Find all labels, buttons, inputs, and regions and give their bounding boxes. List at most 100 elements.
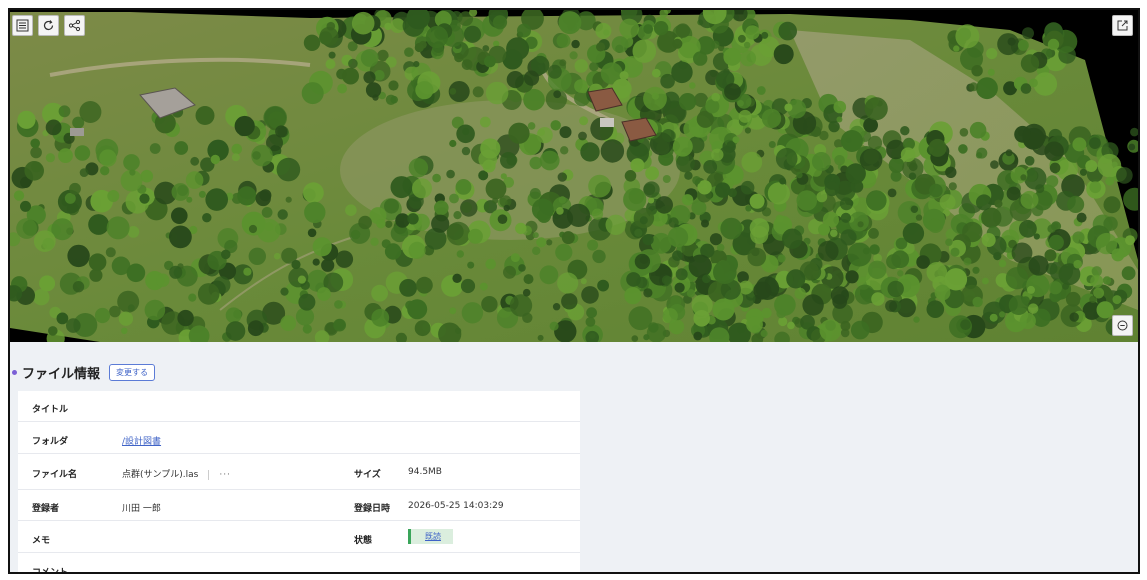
tree-point bbox=[537, 128, 546, 136]
tree-point bbox=[556, 33, 571, 48]
size-label: サイズ bbox=[354, 470, 381, 480]
tree-point bbox=[887, 280, 904, 298]
tree-point bbox=[197, 283, 220, 305]
tree-point bbox=[850, 320, 870, 340]
tree-point bbox=[775, 147, 798, 170]
tree-point bbox=[777, 254, 786, 263]
point-cloud-viewer[interactable] bbox=[10, 10, 1138, 342]
tree-point bbox=[529, 156, 543, 170]
tree-point bbox=[1017, 39, 1029, 51]
tree-point bbox=[515, 222, 527, 235]
tree-point bbox=[485, 81, 509, 105]
tree-point bbox=[485, 178, 507, 200]
more-options-button[interactable]: ··· bbox=[219, 470, 231, 480]
tree-point bbox=[328, 51, 336, 59]
tree-point bbox=[864, 97, 888, 121]
status-badge[interactable]: 既読 bbox=[408, 529, 453, 544]
tree-point bbox=[365, 82, 382, 98]
tree-point bbox=[566, 203, 591, 227]
tree-point bbox=[928, 138, 947, 157]
tree-point bbox=[585, 317, 596, 327]
tree-point bbox=[390, 176, 413, 199]
tree-point bbox=[16, 218, 37, 239]
tree-point bbox=[715, 182, 731, 198]
tree-point bbox=[297, 275, 306, 284]
tree-point bbox=[796, 190, 818, 211]
open-external-button[interactable] bbox=[1112, 15, 1133, 36]
point-cloud-canvas[interactable] bbox=[10, 10, 1138, 342]
tree-point bbox=[619, 71, 629, 81]
tree-point bbox=[926, 300, 945, 319]
tree-point bbox=[586, 307, 597, 319]
tree-point bbox=[624, 170, 637, 182]
tree-point bbox=[195, 106, 215, 125]
registrant-label: 登録者 bbox=[32, 504, 60, 514]
title-label: タイトル bbox=[32, 405, 69, 415]
tree-point bbox=[662, 308, 678, 324]
tree-point bbox=[312, 258, 320, 266]
tree-point bbox=[33, 230, 56, 253]
tree-point bbox=[549, 321, 559, 331]
tree-point bbox=[945, 166, 957, 178]
tree-point bbox=[834, 155, 845, 166]
tree-point bbox=[900, 147, 916, 162]
tree-point bbox=[692, 176, 701, 185]
tree-point bbox=[611, 36, 629, 53]
tree-point bbox=[724, 83, 741, 100]
tree-point bbox=[559, 59, 567, 67]
tree-point bbox=[784, 103, 793, 112]
tree-point bbox=[107, 190, 120, 202]
tree-point bbox=[333, 318, 346, 332]
tree-point bbox=[1123, 187, 1138, 211]
tree-point bbox=[555, 243, 573, 261]
edit-button[interactable]: 変更する bbox=[109, 363, 156, 381]
folder-link[interactable]: /設計図書 bbox=[122, 434, 161, 447]
tree-point bbox=[830, 286, 850, 305]
tree-point bbox=[351, 11, 375, 35]
tree-point bbox=[188, 293, 197, 302]
tree-point bbox=[454, 52, 464, 63]
tree-point bbox=[376, 219, 386, 229]
tree-point bbox=[630, 158, 645, 173]
tree-point bbox=[303, 34, 321, 51]
tree-point bbox=[953, 45, 960, 52]
tree-point bbox=[453, 211, 462, 220]
filename-value: 点群(サンプル).las bbox=[122, 470, 199, 480]
row-filename: ファイル名 点群(サンプル).las ··· サイズ 94.5MB bbox=[18, 454, 580, 490]
tree-point bbox=[981, 233, 996, 247]
tree-point bbox=[408, 158, 429, 178]
tree-point bbox=[312, 237, 332, 257]
tree-point bbox=[958, 144, 968, 154]
tree-point bbox=[972, 266, 980, 274]
tree-point bbox=[506, 37, 530, 61]
tree-point bbox=[210, 154, 220, 165]
tree-point bbox=[600, 139, 625, 163]
tree-point bbox=[711, 92, 720, 102]
tree-point bbox=[251, 144, 273, 167]
tree-point bbox=[693, 51, 708, 66]
tree-point bbox=[243, 267, 252, 276]
reload-button[interactable] bbox=[38, 15, 59, 36]
tree-point bbox=[778, 316, 788, 327]
menu-button[interactable] bbox=[12, 15, 33, 36]
row-registrant: 登録者 川田 一郎 登録日時 2026-05-25 14:03:29 bbox=[18, 490, 580, 521]
tree-point bbox=[56, 312, 69, 325]
tree-point bbox=[1028, 255, 1049, 276]
tree-point bbox=[675, 23, 691, 38]
zoom-out-button[interactable] bbox=[1112, 315, 1133, 336]
tree-point bbox=[648, 322, 659, 333]
tree-point bbox=[506, 71, 524, 89]
tree-point bbox=[574, 79, 588, 93]
tree-point bbox=[818, 223, 830, 236]
external-link-icon bbox=[1117, 20, 1128, 31]
tree-point bbox=[902, 222, 925, 244]
tree-point bbox=[648, 197, 655, 204]
tree-point bbox=[412, 178, 432, 199]
tree-point bbox=[1076, 212, 1087, 223]
tree-point bbox=[678, 93, 697, 111]
app-frame: ファイル情報 変更する タイトル フォルダ /設計図書 ファイル名 点群(サンプ… bbox=[8, 8, 1140, 574]
tree-point bbox=[1006, 186, 1021, 201]
tree-point bbox=[1020, 54, 1040, 73]
tree-point bbox=[1067, 195, 1085, 213]
share-button[interactable] bbox=[64, 15, 85, 36]
